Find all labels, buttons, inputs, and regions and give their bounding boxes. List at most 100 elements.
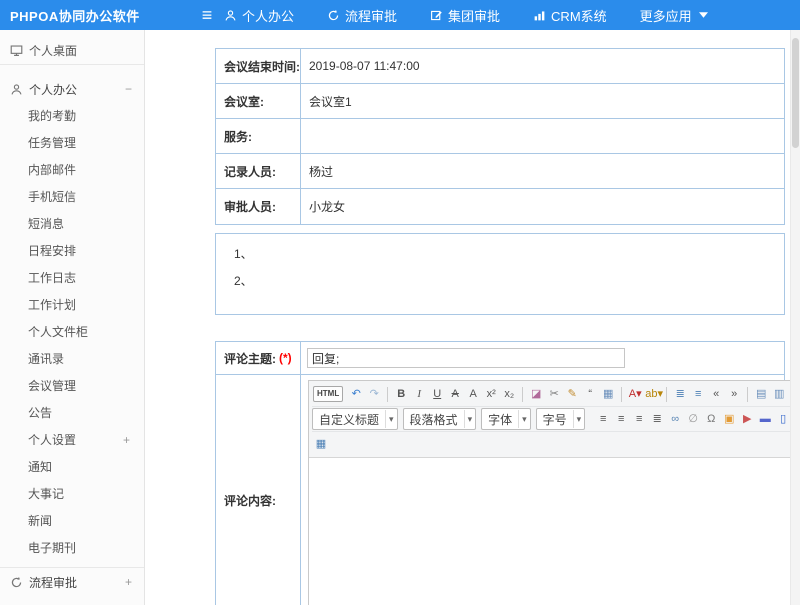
sidebar-item-label: 个人文件柜 — [28, 319, 130, 346]
sidebar-item[interactable]: 短消息 — [0, 211, 144, 238]
cut-icon[interactable]: ✂ — [546, 385, 562, 403]
unlink-icon[interactable]: ∅ — [685, 410, 701, 428]
heading-format-select[interactable]: 自定义标题 ▾ — [312, 408, 398, 430]
select-label: 段落格式 — [410, 411, 458, 428]
separator — [387, 387, 388, 402]
sidebar-item-label: 日程安排 — [28, 238, 130, 265]
form-row: 会议结束时间: 2019-08-07 11:47:00 — [216, 49, 784, 84]
sidebar-item-label: 内部邮件 — [28, 157, 130, 184]
nav-item-more-apps[interactable]: 更多应用 — [640, 6, 713, 25]
font-color-icon[interactable]: A▾ — [627, 385, 643, 403]
code-block-icon[interactable]: ▦ — [600, 385, 616, 403]
quote-icon[interactable]: “ — [582, 385, 598, 403]
strikethrough-icon[interactable]: A — [447, 385, 463, 403]
sidebar-item-label: 电子期刊 — [28, 535, 130, 562]
comment-form: 评论主题: (*) 评论内容: HTML ↶ — [215, 341, 785, 605]
sidebar-personal-children: 我的考勤 任务管理 内部邮件 手机短信 短消息 — [0, 103, 144, 562]
sidebar-section-process-approval[interactable]: 流程审批 + — [0, 567, 144, 596]
remove-format-icon[interactable]: ◪ — [528, 385, 544, 403]
comment-content-row: 评论内容: HTML ↶ ↷ — [216, 375, 784, 605]
save-icon[interactable]: ▯ — [775, 410, 790, 428]
nav-item-personal-office[interactable]: 个人办公 — [224, 6, 294, 25]
source-icon[interactable]: HTML — [313, 386, 343, 402]
comment-editor-cell: HTML ↶ ↷ B I — [301, 375, 790, 605]
font-size-select[interactable]: 字号 ▾ — [536, 408, 586, 430]
align-center-icon[interactable]: ≡ — [613, 410, 629, 428]
nav-label: 更多应用 — [640, 6, 692, 25]
sidebar-item-label: 通讯录 — [28, 346, 130, 373]
link-icon[interactable]: ∞ — [667, 410, 683, 428]
outdent-icon[interactable]: « — [708, 385, 724, 403]
superscript-icon[interactable]: x² — [483, 385, 499, 403]
comment-subject-input[interactable] — [307, 348, 625, 368]
sidebar-item[interactable]: 任务管理 — [0, 130, 144, 157]
font-style-icon[interactable]: A — [465, 385, 481, 403]
sidebar-item[interactable]: 会议管理 — [0, 373, 144, 400]
font-family-select[interactable]: 字体 ▾ — [481, 408, 531, 430]
sidebar-item[interactable]: 电子期刊 — [0, 535, 144, 562]
redo-icon[interactable]: ↷ — [366, 385, 382, 403]
form-row-value: 杨过 — [301, 154, 784, 188]
highlight-color-icon[interactable]: ab▾ — [645, 385, 661, 403]
nav-item-crm[interactable]: CRM系统 — [533, 6, 607, 25]
page-break-icon[interactable]: ▥ — [771, 385, 787, 403]
scrollbar-track[interactable] — [790, 30, 800, 605]
form-row: 记录人员: 杨过 — [216, 154, 784, 189]
scrollbar-thumb[interactable] — [792, 38, 799, 148]
caret-down-icon: ▾ — [518, 410, 527, 428]
align-left-icon[interactable]: ≡ — [595, 410, 611, 428]
form-row: 服务: — [216, 119, 784, 154]
unordered-list-icon[interactable]: ≡ — [690, 385, 706, 403]
paragraph-icon[interactable]: ▤ — [753, 385, 769, 403]
caret-down-icon: ▾ — [385, 410, 394, 428]
sidebar-item[interactable]: 手机短信 — [0, 184, 144, 211]
sidebar-item[interactable]: 公告 — [0, 400, 144, 427]
sidebar-item-desktop[interactable]: 个人桌面 — [0, 36, 144, 65]
sidebar-section-label: 流程审批 — [29, 574, 125, 591]
required-mark: (*) — [279, 351, 292, 365]
sidebar-item[interactable]: 个人文件柜 — [0, 319, 144, 346]
menu-icon[interactable]: ≡ — [190, 0, 224, 30]
sidebar-item[interactable]: 大事记 — [0, 481, 144, 508]
collapse-icon[interactable]: − — [125, 82, 132, 96]
anchor-icon[interactable]: Ω — [703, 410, 719, 428]
expand-icon[interactable]: + — [125, 575, 132, 589]
italic-icon[interactable]: I — [411, 385, 427, 403]
sidebar-item-label: 个人桌面 — [29, 42, 77, 59]
editor-body[interactable] — [309, 458, 790, 605]
justify-icon[interactable]: ≣ — [649, 410, 665, 428]
sidebar-item[interactable]: 日程安排 — [0, 238, 144, 265]
nav-item-process-approval[interactable]: 流程审批 — [327, 6, 397, 25]
sidebar-item[interactable]: 内部邮件 — [0, 157, 144, 184]
align-right-icon[interactable]: ≡ — [631, 410, 647, 428]
flash-icon[interactable]: ▶ — [739, 410, 755, 428]
sidebar-item[interactable]: 个人设置 + — [0, 427, 144, 454]
form-row-label: 会议结束时间: — [216, 49, 301, 83]
subscript-icon[interactable]: x₂ — [501, 385, 517, 403]
sidebar-item-label: 新闻 — [28, 508, 130, 535]
ordered-list-icon[interactable]: ≣ — [672, 385, 688, 403]
undo-icon[interactable]: ↶ — [348, 385, 364, 403]
sidebar-item[interactable]: 工作日志 — [0, 265, 144, 292]
sidebar-item[interactable]: 我的考勤 — [0, 103, 144, 130]
paragraph-format-select[interactable]: 段落格式 ▾ — [403, 408, 477, 430]
meeting-content-box: 1、 2、 — [215, 233, 785, 315]
sidebar-item[interactable]: 通讯录 — [0, 346, 144, 373]
media-icon[interactable]: ▬ — [757, 410, 773, 428]
bold-icon[interactable]: B — [393, 385, 409, 403]
sidebar-item[interactable]: 通知 — [0, 454, 144, 481]
underline-icon[interactable]: U — [429, 385, 445, 403]
caret-down-icon: ▾ — [464, 410, 473, 428]
table-insert-icon[interactable]: ▦ — [313, 435, 329, 453]
sidebar-item[interactable]: 工作计划 — [0, 292, 144, 319]
process-icon — [10, 576, 23, 589]
nav-item-group-approval[interactable]: 集团审批 — [430, 6, 500, 25]
select-label: 自定义标题 — [319, 411, 379, 428]
sidebar-item[interactable]: 新闻 — [0, 508, 144, 535]
image-icon[interactable]: ▣ — [721, 410, 737, 428]
indent-icon[interactable]: » — [726, 385, 742, 403]
pencil-icon[interactable]: ✎ — [564, 385, 580, 403]
nav-label: CRM系统 — [551, 6, 607, 25]
comment-subject-row: 评论主题: (*) — [216, 342, 784, 375]
sidebar-section-personal-office[interactable]: 个人办公 − — [0, 75, 144, 103]
